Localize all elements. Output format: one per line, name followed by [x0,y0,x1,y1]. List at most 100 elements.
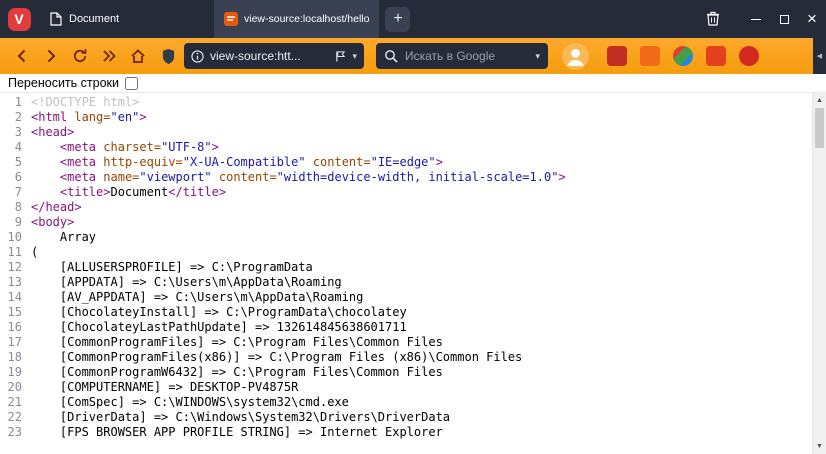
maximize-button[interactable] [770,0,798,38]
extension-button-5[interactable] [739,46,759,66]
code-text: [COMPUTERNAME] => DESKTOP-PV4875R [31,380,298,395]
code-text: [FPS BROWSER APP PROFILE STRING] => Inte… [31,425,443,440]
source-line: 14 [AV_APPDATA] => C:\Users\m\AppData\Ro… [0,290,812,305]
source-line: 8</head> [0,200,812,215]
extension-button-3[interactable] [673,46,693,66]
code-text: [CommonProgramFiles(x86)] => C:\Program … [31,350,522,365]
trash-icon [706,11,720,27]
code-text: <title>Document</title> [31,185,226,200]
source-line: 16 [ChocolateyLastPathUpdate] => 1326148… [0,320,812,335]
plus-icon: + [393,10,402,28]
line-number: 14 [0,290,22,305]
reload-icon [72,48,88,64]
source-line: 17 [CommonProgramFiles] => C:\Program Fi… [0,335,812,350]
line-number: 3 [0,125,22,140]
profile-button[interactable] [562,43,589,70]
scrollbar-thumb[interactable] [815,108,824,148]
minimize-button[interactable] [742,0,770,38]
shield-badge-button[interactable] [161,48,176,65]
scrollbar[interactable]: ▲ ▼ [812,93,826,454]
line-number: 13 [0,275,22,290]
source-line: 13 [APPDATA] => C:\Users\m\AppData\Roami… [0,275,812,290]
code-text: [ChocolateyLastPathUpdate] => 1326148456… [31,320,407,335]
browser-window: V Document view-source:localhost/hello + [0,0,826,454]
code-text: ( [31,245,38,260]
panel-arrow-icon: ◀ [817,52,822,60]
line-number: 19 [0,365,22,380]
line-number: 1 [0,95,22,110]
line-number: 6 [0,170,22,185]
tab-title: view-source:localhost/hello [244,13,369,25]
forward-icon [43,48,59,64]
tab-view-source[interactable]: view-source:localhost/hello [214,0,379,38]
source-line: 4 <meta charset="UTF-8"> [0,140,812,155]
code-text: [DriverData] => C:\Windows\System32\Driv… [31,410,450,425]
panel-toggle-button[interactable]: ◀ [813,38,826,74]
navigation-toolbar: view-source:htt... ▾ Искать в Google ▾ [0,38,826,74]
code-text: <head> [31,125,74,140]
close-button[interactable]: × [798,0,826,38]
line-number: 23 [0,425,22,440]
address-bar[interactable]: view-source:htt... ▾ [184,43,364,69]
source-line: 3 <head> [0,125,812,140]
source-line: 18 [CommonProgramFiles(x86)] => C:\Progr… [0,350,812,365]
tab-title: Document [69,13,119,25]
wrap-lines-checkbox[interactable] [125,77,138,90]
line-number: 16 [0,320,22,335]
source-line: 21 [ComSpec] => C:\WINDOWS\system32\cmd.… [0,395,812,410]
fast-forward-button[interactable] [95,43,122,70]
search-bar[interactable]: Искать в Google ▾ [376,43,548,69]
reload-button[interactable] [66,43,93,70]
source-line: 1<!DOCTYPE html> [0,95,812,110]
line-number: 12 [0,260,22,275]
line-number: 4 [0,140,22,155]
back-button[interactable] [8,43,35,70]
titlebar: V Document view-source:localhost/hello + [0,0,826,38]
line-number: 22 [0,410,22,425]
search-dropdown-button[interactable]: ▾ [535,51,540,62]
fast-forward-icon [101,48,117,64]
extension-button-1[interactable] [607,46,627,66]
line-number: 17 [0,335,22,350]
address-dropdown-button[interactable]: ▾ [352,51,357,62]
scroll-down-button[interactable]: ▼ [813,440,826,453]
scroll-up-button[interactable]: ▲ [813,94,826,107]
line-number: 9 [0,215,22,230]
wrap-lines-label: Переносить строки [8,76,119,90]
code-text: Array [31,230,96,245]
code-text: [CommonProgramW6432] => C:\Program Files… [31,365,443,380]
address-value: view-source:htt... [210,49,329,63]
extension-button-2[interactable] [640,46,660,66]
line-number: 20 [0,380,22,395]
forward-button[interactable] [37,43,64,70]
source-line: 23 [FPS BROWSER APP PROFILE STRING] => I… [0,425,812,440]
site-info-icon[interactable] [191,50,204,63]
new-tab-button[interactable]: + [385,7,410,32]
trash-button[interactable] [698,0,728,38]
bookmark-flag-icon[interactable] [335,50,346,63]
code-text: [APPDATA] => C:\Users\m\AppData\Roaming [31,275,342,290]
code-text: [ChocolateyInstall] => C:\ProgramData\ch… [31,305,407,320]
source-line: 19 [CommonProgramW6432] => C:\Program Fi… [0,365,812,380]
line-number: 2 [0,110,22,125]
source-line: 12 [ALLUSERSPROFILE] => C:\ProgramData [0,260,812,275]
code-text: [ComSpec] => C:\WINDOWS\system32\cmd.exe [31,395,349,410]
extension-button-4[interactable] [706,46,726,66]
source-line: 9<body> [0,215,812,230]
source-line: 7 <title>Document</title> [0,185,812,200]
home-icon [130,48,146,64]
source-line: 5 <meta http-equiv="X-UA-Compatible" con… [0,155,812,170]
source-lines: 1<!DOCTYPE html>2 <html lang="en"> 3 <head>… [0,95,812,440]
view-source-favicon [224,12,238,26]
wrap-lines-bar: Переносить строки [0,74,826,93]
source-line: 20 [COMPUTERNAME] => DESKTOP-PV4875R [0,380,812,395]
tab-document[interactable]: Document [38,0,214,38]
line-number: 10 [0,230,22,245]
line-number: 15 [0,305,22,320]
code-text: <html lang="en"> [31,110,147,125]
home-button[interactable] [124,43,151,70]
search-icon [384,49,398,63]
source-line: 6 <meta name="viewport" content="width=d… [0,170,812,185]
vivaldi-logo-icon: V [8,8,31,31]
vivaldi-menu-button[interactable]: V [0,0,38,38]
